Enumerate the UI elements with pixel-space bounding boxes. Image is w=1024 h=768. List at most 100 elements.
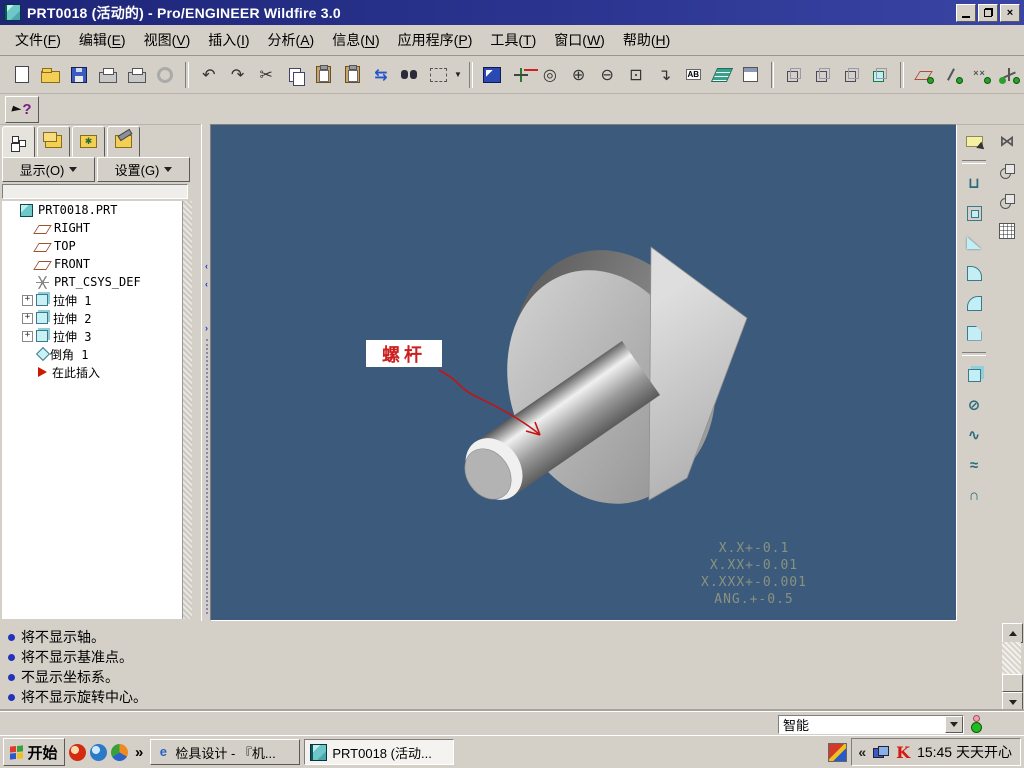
scroll-down-button[interactable] [1002, 692, 1023, 712]
tab-folder-browser[interactable] [37, 126, 70, 157]
menu-item[interactable]: 工具(T) [481, 26, 545, 54]
status-indicator-icon[interactable] [970, 715, 982, 733]
repaint-button[interactable] [479, 60, 507, 89]
datum-points-toggle[interactable]: ×× [967, 60, 995, 89]
quick-launch-chevron[interactable]: » [135, 744, 143, 761]
tree-item[interactable]: + 拉伸 2 [2, 309, 182, 327]
copy-button[interactable] [281, 60, 309, 89]
cut-button[interactable]: ✂ [252, 60, 280, 89]
revolve-tool-button[interactable]: ⊘ [961, 392, 987, 418]
tree-item[interactable]: + PRT_CSYS_DEF [2, 273, 182, 291]
tree-filter-box[interactable] [2, 184, 188, 199]
paste-button[interactable] [310, 60, 338, 89]
blend-tool-button[interactable]: ≈ [961, 452, 987, 478]
copy-geometry-button[interactable] [994, 188, 1020, 214]
quick-launch-icon-2[interactable] [90, 743, 107, 761]
print-button[interactable] [94, 60, 122, 89]
pattern-tool-button[interactable] [994, 158, 1020, 184]
datum-planes-toggle[interactable] [910, 60, 938, 89]
close-button[interactable]: × [1000, 3, 1020, 22]
tree-item[interactable]: + 在此插入 [2, 363, 182, 381]
tab-favorites[interactable]: ✱ [72, 126, 105, 157]
menu-item[interactable]: 视图(V) [135, 26, 200, 54]
tree-scrollbar[interactable] [182, 201, 192, 619]
menu-item[interactable]: 信息(N) [323, 26, 388, 54]
graphics-viewport[interactable]: 螺杆 X.X+-0.1 X.XX+-0.01 X.XXX+-0.001 ANG.+-0… [210, 124, 957, 621]
settings-dropdown-button[interactable]: 设置(G) [97, 157, 190, 182]
undo-button[interactable]: ↶ [195, 60, 223, 89]
refit-button[interactable]: ⊡ [622, 60, 650, 89]
expand-toggle[interactable]: + [22, 330, 33, 342]
network-tray-icon[interactable] [873, 746, 890, 758]
shading-button[interactable] [866, 60, 894, 89]
tree-item[interactable]: + RIGHT [2, 219, 182, 237]
find-button[interactable] [396, 60, 424, 89]
message-scrollbar[interactable] [1000, 622, 1023, 712]
layers-button[interactable] [708, 60, 736, 89]
view-manager-button[interactable] [737, 60, 765, 89]
redo-button[interactable]: ↷ [224, 60, 252, 89]
antivirus-tray-icon[interactable]: K [896, 743, 910, 762]
selection-filter-combo[interactable]: 智能 [778, 715, 964, 734]
tree-item[interactable]: + 拉伸 3 [2, 327, 182, 345]
tray-chevron[interactable]: « [858, 744, 866, 760]
tree-item[interactable]: + FRONT [2, 255, 182, 273]
tree-item[interactable]: + 拉伸 1 [2, 291, 182, 309]
sweep-tool-button[interactable]: ∿ [961, 422, 987, 448]
start-button[interactable]: 开始 [3, 738, 65, 766]
restore-button[interactable] [978, 3, 998, 22]
minimize-button[interactable] [956, 3, 976, 22]
open-button[interactable] [37, 60, 65, 89]
csys-toggle[interactable] [996, 60, 1024, 89]
menu-item[interactable]: 编辑(E) [70, 26, 135, 54]
tab-connections[interactable] [107, 126, 140, 157]
menu-item[interactable]: 插入(I) [199, 26, 258, 54]
datum-axes-toggle[interactable] [939, 60, 967, 89]
context-help-button[interactable]: ? [5, 96, 39, 123]
menu-item[interactable]: 窗口(W) [545, 26, 614, 54]
style-tool-button[interactable]: ∩ [961, 482, 987, 508]
new-file-button[interactable] [8, 60, 36, 89]
saved-views-button[interactable]: ↴ [651, 60, 679, 89]
combo-dropdown-arrow[interactable] [945, 716, 963, 733]
save-button[interactable] [65, 60, 93, 89]
named-views-button[interactable]: AB [679, 60, 707, 89]
draft-tool-button[interactable] [961, 230, 987, 256]
paste-special-button[interactable] [338, 60, 366, 89]
hole-tool-button[interactable]: ⊔ [961, 170, 987, 196]
quick-launch-icon-1[interactable] [69, 743, 86, 761]
menu-item[interactable]: 应用程序(P) [389, 26, 482, 54]
scrollbar-thumb[interactable] [1002, 674, 1023, 692]
show-dropdown-button[interactable]: 显示(O) [2, 157, 95, 182]
wireframe-button[interactable] [780, 60, 808, 89]
task-button-proe[interactable]: PRT0018 (活动... [304, 739, 455, 765]
menu-item[interactable]: 文件(F) [6, 26, 70, 54]
quick-launch-icon-3[interactable] [111, 743, 128, 761]
zoom-in-button[interactable]: ⊕ [565, 60, 593, 89]
sketch-tool-button[interactable] [961, 128, 987, 154]
scroll-up-button[interactable] [1002, 623, 1023, 643]
merge-tool-button[interactable]: ⋈ [994, 128, 1020, 154]
select-box-dropdown-arrow[interactable]: ▼ [453, 61, 463, 88]
regenerate-button[interactable]: ⇆ [367, 60, 395, 89]
send-mail-button[interactable] [151, 60, 179, 89]
round-tool-button[interactable] [961, 260, 987, 286]
extrude-tool-button[interactable] [961, 362, 987, 388]
hidden-line-button[interactable] [809, 60, 837, 89]
array-tool-button[interactable] [994, 218, 1020, 244]
expand-toggle[interactable]: + [22, 294, 33, 306]
select-box-button[interactable] [425, 60, 453, 89]
auto-round-tool-button[interactable] [961, 290, 987, 316]
zoom-out-button[interactable]: ⊖ [593, 60, 621, 89]
tree-item[interactable]: + PRT0018.PRT [2, 201, 182, 219]
expand-toggle[interactable]: + [22, 312, 33, 324]
ime-icon[interactable] [828, 742, 848, 762]
tab-model-tree[interactable] [2, 126, 35, 159]
spin-center-button[interactable] [507, 60, 535, 89]
menu-item[interactable]: 帮助(H) [614, 26, 679, 54]
task-button-browser[interactable]: e 检具设计 - 『机... [150, 739, 301, 765]
chamfer-tool-button[interactable] [961, 320, 987, 346]
menu-item[interactable]: 分析(A) [259, 26, 324, 54]
tree-item[interactable]: + 倒角 1 [2, 345, 182, 363]
orient-mode-button[interactable]: ◎ [536, 60, 564, 89]
